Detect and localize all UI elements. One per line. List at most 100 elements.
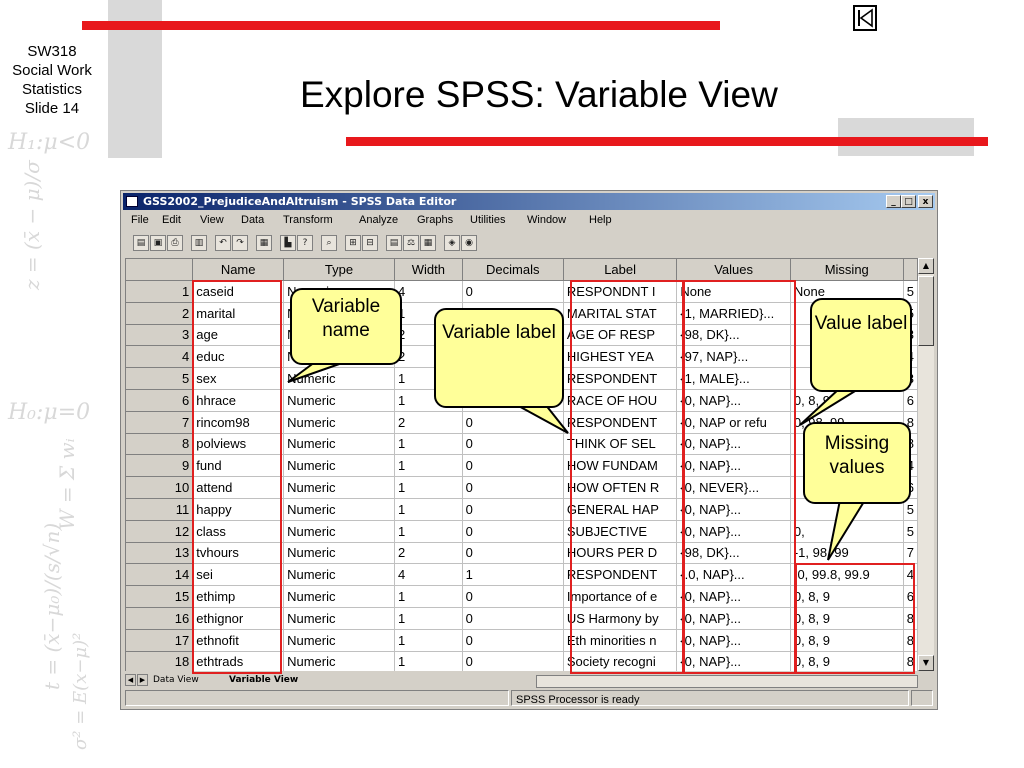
cell-name[interactable]: rincom98 bbox=[192, 410, 285, 434]
insert-variable-icon[interactable]: ⊟ bbox=[362, 235, 378, 251]
cell-values[interactable]: {98, DK}... bbox=[676, 323, 791, 347]
cell-type[interactable]: Numeric bbox=[283, 367, 395, 390]
cell-decimals[interactable]: 0 bbox=[461, 650, 564, 671]
cell-name[interactable]: hhrace bbox=[192, 388, 285, 412]
cell-values[interactable]: {0, NAP}... bbox=[676, 432, 791, 456]
cell-label[interactable]: Eth minorities n bbox=[562, 628, 678, 652]
cell-name[interactable]: sex bbox=[192, 367, 285, 390]
table-row[interactable]: 16 ethignor Numeric 1 0 US Harmony by {0, NAP}… bbox=[125, 606, 918, 630]
cell-name[interactable]: ethimp bbox=[192, 585, 285, 608]
table-row[interactable]: 13 tvhours Numeric 2 0 HOURS PER D {98, DK}...… bbox=[125, 541, 918, 565]
cell-type[interactable]: Numeric bbox=[283, 476, 395, 499]
cell-label[interactable]: HIGHEST YEA bbox=[562, 345, 678, 369]
menu-transform[interactable]: Transform bbox=[283, 211, 333, 229]
cell-values[interactable]: {0, NAP}... bbox=[676, 497, 791, 521]
col-header-values[interactable]: Values bbox=[676, 258, 791, 281]
cell-values[interactable]: {.0, NAP}... bbox=[676, 563, 791, 587]
cell-missing[interactable]: 0, 8, 9 bbox=[789, 650, 904, 671]
cell-width[interactable]: 2 bbox=[393, 410, 463, 434]
row-number[interactable]: 15 bbox=[125, 585, 194, 608]
cell-decimals[interactable]: 1 bbox=[461, 563, 564, 587]
col-header-width[interactable]: Width bbox=[393, 258, 463, 281]
cell-label[interactable]: THINK OF SEL bbox=[562, 432, 678, 456]
cell-width[interactable]: 1 bbox=[393, 585, 463, 608]
row-number[interactable]: 17 bbox=[125, 628, 194, 652]
table-row[interactable]: 18 ethtrads Numeric 1 0 Society recogni {0, NA… bbox=[125, 650, 918, 671]
cell-label[interactable]: AGE OF RESP bbox=[562, 323, 678, 347]
table-row[interactable]: 12 class Numeric 1 0 SUBJECTIVE {0, NAP}... 0, 5 bbox=[125, 519, 918, 543]
cell-missing[interactable]: 0, 8, 9 bbox=[789, 585, 904, 608]
cell-type[interactable]: Numeric bbox=[283, 563, 395, 587]
col-header-name[interactable]: Name bbox=[192, 258, 285, 281]
cell-type[interactable]: Numeric bbox=[283, 432, 395, 456]
dialog-recall-icon[interactable]: ▥ bbox=[191, 235, 207, 251]
cell-width[interactable]: 4 bbox=[393, 563, 463, 587]
row-number[interactable]: 9 bbox=[125, 454, 194, 478]
menu-help[interactable]: Help bbox=[589, 211, 612, 229]
goto-chart-icon[interactable]: ▦ bbox=[256, 235, 272, 251]
cell-label[interactable]: RESPONDENT bbox=[562, 410, 678, 434]
cell-decimals[interactable]: 0 bbox=[461, 432, 564, 456]
cell-width[interactable]: 1 bbox=[393, 519, 463, 543]
cell-label[interactable]: Importance of e bbox=[562, 585, 678, 608]
cell-width[interactable]: 1 bbox=[393, 497, 463, 521]
cell-decimals[interactable]: 0 bbox=[461, 476, 564, 499]
cell-missing[interactable]: 0, 8, 9 bbox=[789, 628, 904, 652]
cell-label[interactable]: RESPONDENT bbox=[562, 367, 678, 390]
cell-label[interactable]: RESPONDENT bbox=[562, 563, 678, 587]
table-row[interactable]: 1caseidNumeric40RESPONDNT INoneNone5 bbox=[125, 280, 918, 303]
variables-icon[interactable]: ? bbox=[297, 235, 313, 251]
close-button[interactable]: x bbox=[918, 195, 933, 208]
redo-icon[interactable]: ↷ bbox=[232, 235, 248, 251]
table-row[interactable]: 9fundNumeric10HOW FUNDAM{0, NAP}...4 bbox=[125, 454, 918, 478]
col-header-partial[interactable] bbox=[902, 258, 918, 281]
menu-view[interactable]: View bbox=[200, 211, 224, 229]
scroll-thumb[interactable] bbox=[918, 276, 934, 346]
menu-file[interactable]: File bbox=[131, 211, 149, 229]
cell-decimals[interactable]: 0 bbox=[461, 606, 564, 630]
row-number[interactable]: 18 bbox=[125, 650, 194, 671]
row-number[interactable]: 7 bbox=[125, 410, 194, 434]
cell-name[interactable]: fund bbox=[192, 454, 285, 478]
cell-label[interactable]: SUBJECTIVE bbox=[562, 519, 678, 543]
cell-values[interactable]: {0, NAP}... bbox=[676, 388, 791, 412]
cell-type[interactable]: Numeric bbox=[283, 497, 395, 521]
cell-label[interactable]: US Harmony by bbox=[562, 606, 678, 630]
row-number[interactable]: 8 bbox=[125, 432, 194, 456]
table-row[interactable]: 10 attend Numeric 1 0 HOW OFTEN R {0, NEVER}..… bbox=[125, 476, 918, 499]
goto-case-icon[interactable]: ▙ bbox=[280, 235, 296, 251]
menu-window[interactable]: Window bbox=[527, 211, 566, 229]
row-number[interactable]: 13 bbox=[125, 541, 194, 565]
menu-utilities[interactable]: Utilities bbox=[470, 211, 505, 229]
cell-decimals[interactable]: 0 bbox=[461, 280, 564, 303]
cell-name[interactable]: polviews bbox=[192, 432, 285, 456]
cell-extra[interactable]: 6 bbox=[902, 388, 918, 412]
resize-grip[interactable] bbox=[911, 690, 933, 706]
cell-width[interactable]: 1 bbox=[393, 476, 463, 499]
cell-extra[interactable]: 8 bbox=[902, 628, 918, 652]
cell-missing[interactable]: 0, 8, 9 bbox=[789, 606, 904, 630]
cell-width[interactable]: 1 bbox=[393, 432, 463, 456]
cell-values[interactable]: {0, NAP}... bbox=[676, 519, 791, 543]
cell-label[interactable]: Society recogni bbox=[562, 650, 678, 671]
cell-type[interactable]: Numeric bbox=[283, 628, 395, 652]
cell-label[interactable]: RESPONDNT I bbox=[562, 280, 678, 303]
menu-analyze[interactable]: Analyze bbox=[359, 211, 398, 229]
horizontal-scrollbar[interactable] bbox=[536, 675, 918, 688]
maximize-button[interactable]: □ bbox=[901, 195, 916, 208]
cell-values[interactable]: {1, MARRIED}... bbox=[676, 301, 791, 325]
row-number[interactable]: 5 bbox=[125, 367, 194, 390]
cell-extra[interactable]: 8 bbox=[902, 606, 918, 630]
cell-type[interactable]: Numeric bbox=[283, 585, 395, 608]
insert-case-icon[interactable]: ⊞ bbox=[345, 235, 361, 251]
cell-name[interactable]: ethignor bbox=[192, 606, 285, 630]
print-icon[interactable]: ⎙ bbox=[167, 235, 183, 251]
row-number[interactable]: 16 bbox=[125, 606, 194, 630]
cell-name[interactable]: tvhours bbox=[192, 541, 285, 565]
menu-edit[interactable]: Edit bbox=[162, 211, 181, 229]
table-row[interactable]: 8 polviews Numeric 1 0 THINK OF SEL {0, NAP}..… bbox=[125, 432, 918, 456]
cell-values[interactable]: {0, NAP}... bbox=[676, 454, 791, 478]
split-file-icon[interactable]: ▤ bbox=[386, 235, 402, 251]
cell-decimals[interactable]: 0 bbox=[461, 519, 564, 543]
row-number[interactable]: 2 bbox=[125, 301, 194, 325]
